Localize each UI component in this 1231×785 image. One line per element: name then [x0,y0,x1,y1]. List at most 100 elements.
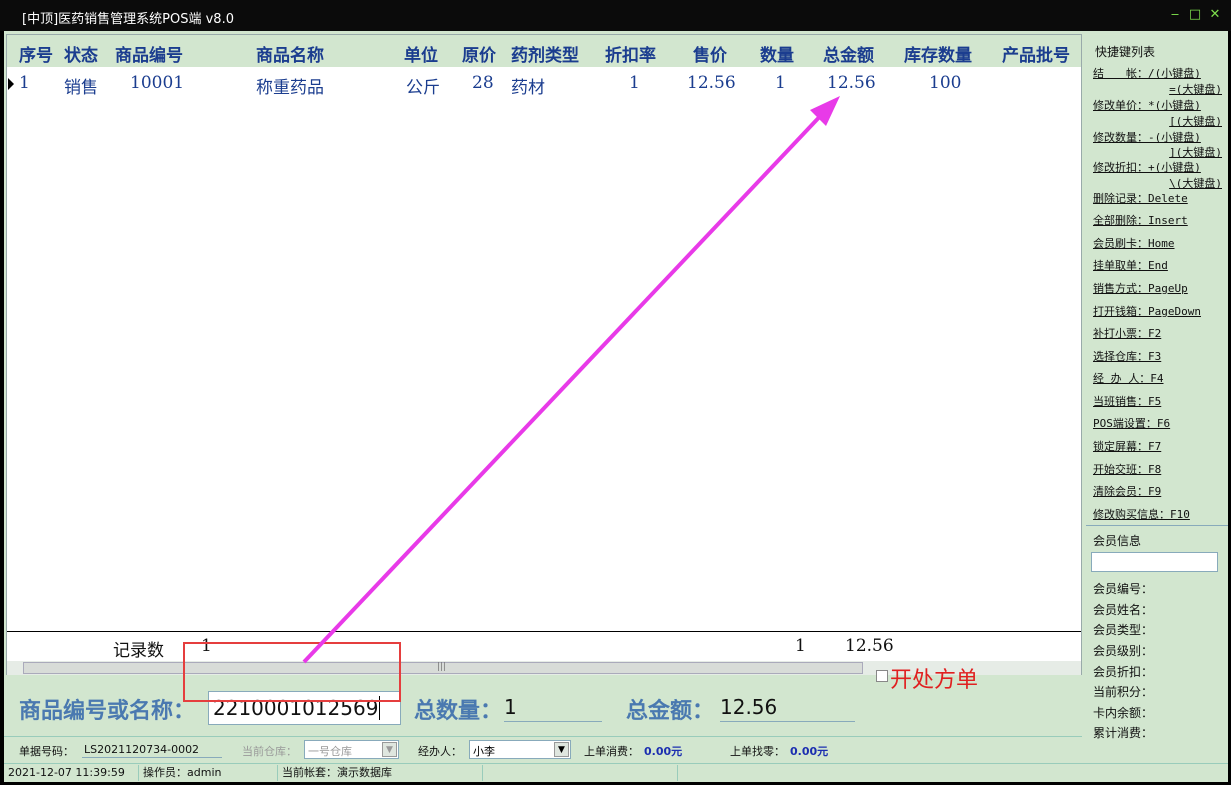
shortcut-edit-price-alt[interactable]: [(大键盘) [1169,113,1222,129]
shortcut-handover[interactable]: 开始交班：F8 [1093,461,1161,477]
minimize-button[interactable]: ‒ [1166,6,1184,24]
prescription-label[interactable]: 开处方单 [890,662,978,694]
total-amount-value: 12.56 [720,695,778,719]
warehouse-select[interactable]: 一号仓库 ▼ [304,740,399,759]
shortcut-edit-price[interactable]: 修改单价：*(小键盘) [1093,97,1201,113]
maximize-button[interactable]: □ [1186,6,1204,24]
shortcut-shift-sales[interactable]: 当班销售：F5 [1093,393,1161,409]
col-header-orig-price[interactable]: 原价 [462,41,496,66]
status-empty [482,765,677,781]
shortcut-edit-discount[interactable]: 修改折扣：+(小键盘) [1093,159,1201,175]
col-header-status[interactable]: 状态 [64,41,98,66]
member-discount-label: 会员折扣： [1093,665,1154,679]
col-header-seq[interactable]: 序号 [19,41,53,66]
bill-label: 单据号码： [19,745,74,758]
row-pointer-icon [8,78,14,90]
shortcut-pos-settings[interactable]: POS端设置：F6 [1093,415,1170,431]
code-label: 商品编号或名称： [19,698,196,724]
shortcut-edit-qty[interactable]: 修改数量：-(小键盘) [1093,129,1201,145]
col-header-stock[interactable]: 库存数量 [904,41,972,66]
close-button[interactable]: ✕ [1206,6,1224,24]
col-header-drug-type[interactable]: 药剂类型 [511,41,579,66]
member-name-label: 会员姓名： [1093,603,1154,617]
right-panel: 快捷键列表 结 帐：/(小键盘) =(大键盘) 修改单价：*(小键盘) [(大键… [1086,34,1228,782]
total-qty-value: 1 [504,695,517,719]
title-bar: [中顶]医药销售管理系统POS端 v8.0 ‒ □ ✕ [0,0,1231,31]
shortcut-checkout-alt[interactable]: =(大键盘) [1169,81,1222,97]
shortcut-reprint[interactable]: 补打小票：F2 [1093,325,1161,341]
sales-grid[interactable]: 序号 状态 商品编号 商品名称 单位 原价 药剂类型 折扣率 售价 数量 总金额… [6,34,1082,675]
warehouse-value: 一号仓库 [308,745,352,758]
chevron-down-icon[interactable]: ▼ [382,742,397,757]
col-header-unit[interactable]: 单位 [404,41,438,66]
last-change-value: 0.00元 [790,745,829,758]
total-qty-label: 总数量： [414,698,503,724]
cell-seq: 1 [19,73,30,93]
shortcut-list-title: 快捷键列表 [1095,45,1156,59]
col-header-qty[interactable]: 数量 [760,41,794,66]
window-title: [中顶]医药销售管理系统POS端 v8.0 [22,12,234,27]
member-info-title: 会员信息 [1093,534,1142,548]
col-header-code[interactable]: 商品编号 [115,41,183,66]
status-operator: 操作员：admin [138,765,221,781]
col-header-discount[interactable]: 折扣率 [605,41,656,66]
cell-drug-type: 药材 [511,78,545,98]
summary-qty: 1 [795,636,806,656]
shortcut-handler[interactable]: 经 办 人：F4 [1093,370,1164,386]
underline [82,757,222,758]
status-datetime: 2021-12-07 11:39:59 [8,766,125,779]
member-card-input[interactable] [1091,552,1218,572]
grip-icon: ||| [437,662,447,672]
handler-select[interactable]: 小李 ▼ [469,740,571,759]
cell-price: 12.56 [687,73,736,93]
status-empty [677,765,1217,781]
last-spend-value: 0.00元 [644,745,683,758]
cell-qty: 1 [775,73,786,93]
cell-status: 销售 [64,78,98,98]
cell-unit: 公斤 [406,78,440,98]
cell-stock: 100 [929,73,962,93]
member-points-label: 当前积分： [1093,685,1154,699]
handler-label: 经办人： [418,745,462,758]
member-level-label: 会员级别： [1093,644,1154,658]
cell-code: 10001 [130,73,185,93]
info-row: 单据号码： LS2021120734-0002 当前仓库： 一号仓库 ▼ 经办人… [4,736,1082,760]
handler-value: 小李 [473,745,495,758]
last-change-label: 上单找零： [730,745,785,758]
cell-name: 称重药品 [256,78,324,98]
shortcut-lock-screen[interactable]: 锁定屏幕：F7 [1093,438,1161,454]
cell-discount: 1 [629,73,640,93]
col-header-batch[interactable]: 产品批号 [1002,41,1070,66]
annotation-highlight-box [183,642,401,702]
shortcut-member-card[interactable]: 会员刷卡：Home [1093,235,1175,251]
underline [720,721,855,722]
divider [1086,525,1228,526]
col-header-name[interactable]: 商品名称 [256,41,324,66]
shortcut-checkout[interactable]: 结 帐：/(小键盘) [1093,65,1201,81]
summary-amount: 12.56 [845,636,894,656]
shortcut-hold-order[interactable]: 挂单取单：End [1093,257,1168,273]
shortcut-open-drawer[interactable]: 打开钱箱：PageDown [1093,303,1201,319]
col-header-amount[interactable]: 总金额 [823,41,874,66]
grid-summary: 记录数 1 1 12.56 [7,631,1081,661]
shortcut-warehouse[interactable]: 选择仓库：F3 [1093,348,1161,364]
shortcut-edit-qty-alt[interactable]: ](大键盘) [1169,144,1222,160]
shortcut-delete[interactable]: 删除记录：Delete [1093,190,1188,206]
grid-header: 序号 状态 商品编号 商品名称 单位 原价 药剂类型 折扣率 售价 数量 总金额… [7,35,1081,67]
prescription-checkbox[interactable] [876,670,888,682]
record-count-label: 记录数 [113,641,164,661]
shortcut-edit-purchase[interactable]: 修改购买信息：F10 [1093,506,1190,522]
shortcut-clear-member[interactable]: 清除会员：F9 [1093,483,1161,499]
status-bar: 2021-12-07 11:39:59 操作员：admin 当前帐套：演示数据库 [4,763,1228,782]
cell-orig-price: 28 [472,73,494,93]
member-type-label: 会员类型： [1093,623,1154,637]
member-no-label: 会员编号： [1093,582,1154,596]
chevron-down-icon[interactable]: ▼ [554,742,569,757]
warehouse-label: 当前仓库： [242,745,297,758]
shortcut-delete-all[interactable]: 全部删除：Insert [1093,212,1188,228]
shortcut-edit-discount-alt[interactable]: \(大键盘) [1169,175,1222,191]
shortcut-sale-mode[interactable]: 销售方式：PageUp [1093,280,1188,296]
cell-amount: 12.56 [827,73,876,93]
underline [504,721,602,722]
col-header-price[interactable]: 售价 [693,41,727,66]
